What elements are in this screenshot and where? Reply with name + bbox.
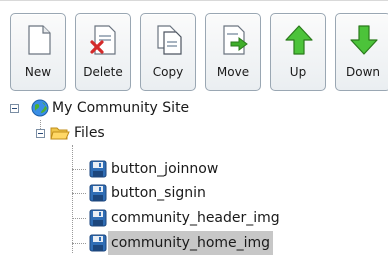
new-document-icon <box>28 25 51 55</box>
up-arrow-icon <box>285 25 313 55</box>
move-button-label: Move <box>216 65 250 79</box>
tree-item-label: community_home_img <box>108 231 274 255</box>
copy-button-label: Copy <box>152 65 184 79</box>
save-disk-icon <box>89 184 107 202</box>
tree-node-root-label: My Community Site <box>52 100 190 116</box>
tree-item[interactable]: community_header_img <box>0 206 388 230</box>
delete-button-label: Delete <box>83 65 123 79</box>
save-disk-icon <box>89 160 107 178</box>
save-disk-icon <box>89 209 107 227</box>
tree-node-files[interactable]: Files <box>0 121 388 145</box>
tree-node-files-label: Files <box>74 125 105 141</box>
move-document-icon <box>223 25 248 55</box>
collapse-toggle[interactable] <box>36 129 45 138</box>
down-arrow-icon <box>350 25 378 55</box>
up-button-label: Up <box>289 65 307 79</box>
globe-icon <box>31 99 49 117</box>
tree-item-label: community_header_img <box>111 210 280 226</box>
delete-button[interactable]: Delete <box>75 13 131 91</box>
delete-document-icon <box>90 25 116 55</box>
copy-button[interactable]: Copy <box>140 13 196 91</box>
copy-document-icon <box>157 25 182 55</box>
tree-item[interactable]: button_signin <box>0 181 388 205</box>
down-button-label: Down <box>345 65 380 79</box>
down-button[interactable]: Down <box>335 13 388 91</box>
move-button[interactable]: Move <box>205 13 261 91</box>
new-button-label: New <box>24 65 52 79</box>
tree-connector <box>18 98 20 118</box>
site-tree: My Community Site Files button_joinnow b… <box>0 95 388 272</box>
folder-open-icon <box>50 127 70 140</box>
tree-node-root[interactable]: My Community Site <box>0 96 388 120</box>
up-button[interactable]: Up <box>270 13 326 91</box>
tree-item-label: button_signin <box>111 185 206 201</box>
new-button[interactable]: New <box>10 13 66 91</box>
tree-item-label: button_joinnow <box>111 161 219 177</box>
tree-item-selected[interactable]: community_home_img <box>0 231 388 255</box>
toolbar: New Delete Copy Move Up Down <box>0 0 388 96</box>
tree-item[interactable]: button_joinnow <box>0 157 388 181</box>
save-disk-icon <box>89 234 107 252</box>
